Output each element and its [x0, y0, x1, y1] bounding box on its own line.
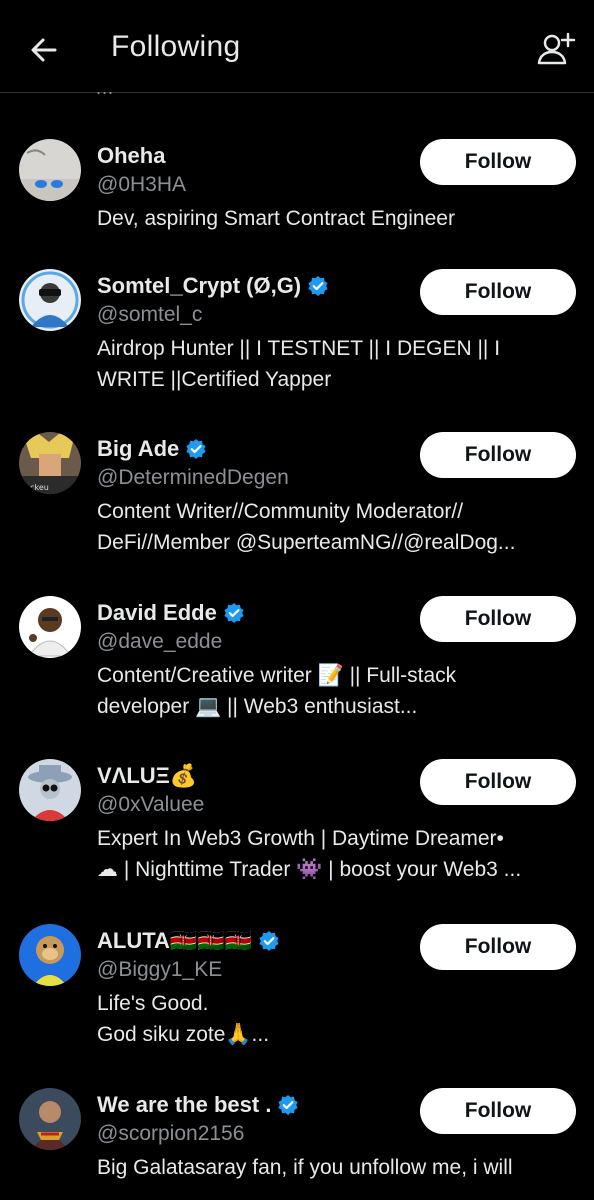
user-bio: Life's Good. God siku zote🙏... — [97, 992, 270, 1046]
user-bio: Big Galatasaray fan, if you unfollow me,… — [97, 1156, 513, 1179]
follow-button[interactable]: Follow — [420, 924, 576, 970]
user-name: Somtel_Crypt (Ø,G) — [97, 273, 302, 298]
user-handle: @0xValuee — [97, 793, 205, 816]
user-bio: Airdrop Hunter || I TESTNET || I DEGEN |… — [97, 337, 501, 391]
user-name: Oheha — [97, 143, 166, 168]
svg-text:lockeu: lockeu — [23, 483, 49, 492]
user-bio: Content Writer//Community Moderator// De… — [97, 500, 516, 554]
back-button[interactable] — [22, 28, 66, 72]
user-name: We are the best . — [97, 1092, 272, 1117]
verified-badge-icon — [185, 438, 207, 460]
user-bio: Content/Creative writer 📝 || Full-stack … — [97, 664, 457, 718]
avatar[interactable] — [19, 596, 81, 658]
user-name: ALUTA🇰🇪🇰🇪🇰🇪 — [97, 928, 253, 953]
user-handle: @0H3HA — [97, 173, 187, 196]
avatar[interactable] — [19, 759, 81, 821]
arrow-left-icon — [31, 38, 57, 62]
verified-badge-icon — [307, 275, 329, 297]
truncated-previous-bio: ... — [96, 78, 115, 98]
add-user-button[interactable] — [532, 28, 580, 72]
user-bio: Expert In Web3 Growth | Daytime Dreamer•… — [97, 827, 522, 881]
follow-button[interactable]: Follow — [420, 596, 576, 642]
follow-button[interactable]: Follow — [420, 1088, 576, 1134]
avatar[interactable] — [19, 139, 81, 201]
user-handle: @scorpion2156 — [97, 1122, 245, 1145]
top-bar: Following — [0, 0, 594, 93]
user-handle: @Biggy1_KE — [97, 958, 223, 981]
verified-badge-icon — [223, 602, 245, 624]
follow-button[interactable]: Follow — [420, 269, 576, 315]
avatar[interactable] — [19, 924, 81, 986]
follow-button[interactable]: Follow — [420, 759, 576, 805]
user-bio: Dev, aspiring Smart Contract Engineer — [97, 207, 455, 230]
user-name: VΛLUΞ💰 — [97, 763, 198, 788]
user-handle: @somtel_c — [97, 303, 203, 326]
user-handle: @DeterminedDegen — [97, 466, 289, 489]
verified-badge-icon — [258, 930, 280, 952]
avatar[interactable] — [19, 269, 81, 331]
user-name: David Edde — [97, 600, 217, 625]
follow-button[interactable]: Follow — [420, 139, 576, 185]
page-title: Following — [111, 30, 241, 63]
user-name: Big Ade — [97, 436, 180, 461]
person-add-icon — [537, 32, 576, 65]
avatar[interactable]: lockeu — [19, 432, 81, 494]
avatar[interactable] — [19, 1088, 81, 1150]
verified-badge-icon — [277, 1094, 299, 1116]
user-handle: @dave_edde — [97, 630, 223, 653]
follow-button[interactable]: Follow — [420, 432, 576, 478]
